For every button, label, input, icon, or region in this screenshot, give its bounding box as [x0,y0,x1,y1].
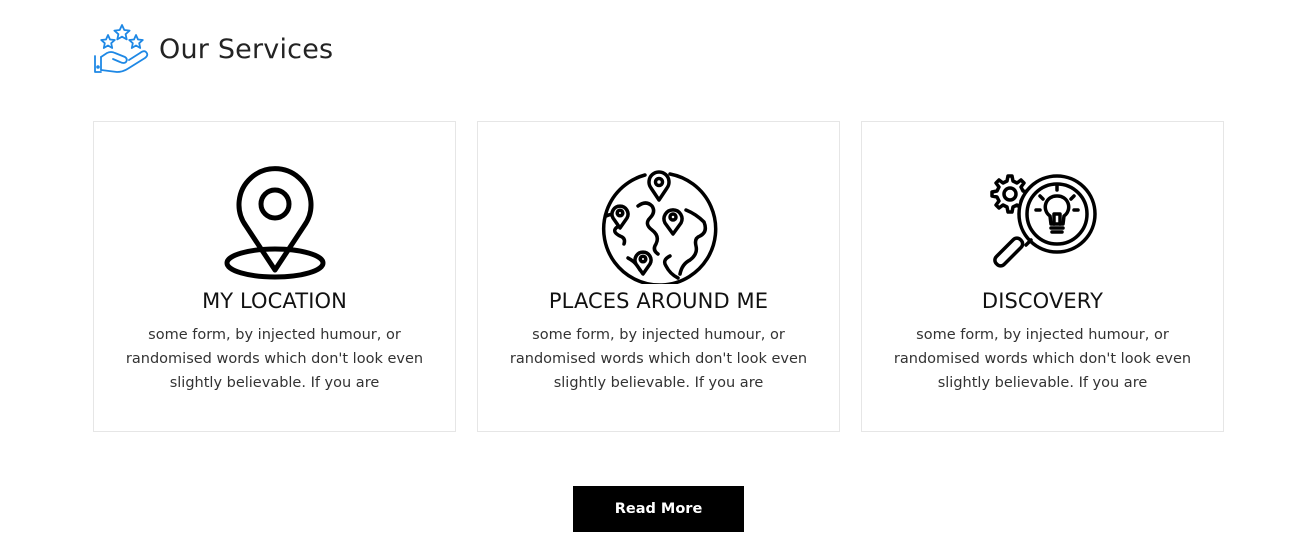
services-section: Our Services MY LOCATION some form, by i… [0,0,1310,540]
service-description: some form, by injected humour, or random… [893,327,1192,391]
hand-with-stars-icon [94,24,149,73]
service-title: DISCOVERY [981,289,1104,313]
service-title: MY LOCATION [202,289,347,313]
service-title: PLACES AROUND ME [548,289,769,313]
read-more-button[interactable]: Read More [573,486,744,532]
magnifier-lightbulb-gear-icon [989,174,1097,268]
service-card-places-around-me: PLACES AROUND ME some form, by injected … [477,121,840,432]
service-card-discovery: DISCOVERY some form, by injected humour,… [861,121,1224,432]
service-card-my-location: MY LOCATION some form, by injected humou… [93,121,456,432]
map-pin-icon [224,166,325,280]
page-title: Our Services [159,33,334,65]
services-list: MY LOCATION some form, by injected humou… [93,121,1224,432]
section-heading: Our Services [93,22,333,76]
service-description: some form, by injected humour, or random… [125,327,424,391]
service-description: some form, by injected humour, or random… [509,327,808,391]
globe-with-pins-icon [601,170,717,284]
